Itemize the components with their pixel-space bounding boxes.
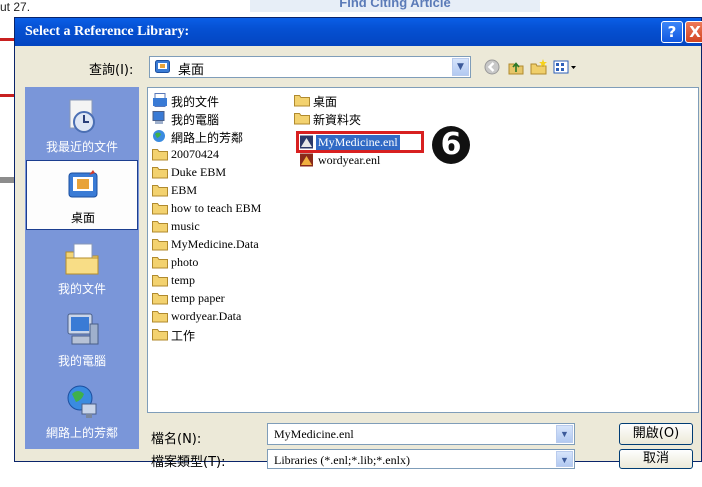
look-in-dropdown[interactable]: 桌面 ▼	[149, 56, 471, 78]
filename-value: MyMedicine.enl	[274, 427, 354, 441]
recent-docs-icon	[69, 99, 95, 133]
place-my-computer[interactable]: 我的電腦	[26, 304, 138, 374]
place-label: 我的電腦	[57, 354, 106, 368]
red-annotation-line	[0, 94, 14, 97]
red-annotation-line	[0, 38, 14, 41]
endnote-library-icon	[300, 153, 313, 167]
folder-icon	[152, 149, 168, 161]
filetype-label: 檔案類型(T):	[151, 455, 226, 470]
documents-icon	[153, 93, 167, 107]
desktop-icon	[155, 60, 170, 73]
folder-icon	[152, 311, 168, 323]
new-folder-icon[interactable]	[530, 58, 548, 76]
place-label: 我的文件	[57, 282, 106, 296]
help-button[interactable]: ?	[661, 21, 683, 43]
place-label: 網路上的芳鄰	[45, 426, 118, 440]
folder-icon	[152, 329, 168, 341]
chevron-down-icon[interactable]: ▼	[556, 451, 573, 467]
my-computer-icon	[67, 313, 99, 345]
cancel-button[interactable]: 取消	[619, 449, 693, 469]
folder-icon	[152, 293, 168, 305]
filetype-dropdown[interactable]: Libraries (*.enl;*.lib;*.enlx) ▼	[267, 449, 575, 469]
folder-icon	[152, 257, 168, 269]
folder-icon	[152, 221, 168, 233]
filename-field[interactable]: MyMedicine.enl ▼	[267, 423, 575, 445]
step-number-badge: 6	[432, 126, 470, 164]
folder-icon	[294, 113, 310, 125]
place-network[interactable]: 網路上的芳鄰	[26, 376, 138, 446]
folder-icon	[152, 203, 168, 215]
places-bar: 我最近的文件 桌面 我的文件 我的電腦 網路上的芳鄰	[25, 87, 139, 449]
background-title-fragment: Find Citing Article	[250, 0, 540, 12]
chevron-down-icon[interactable]: ▼	[556, 425, 573, 443]
place-label: 我最近的文件	[45, 140, 118, 154]
folder-icon	[152, 239, 168, 251]
back-icon[interactable]	[483, 58, 501, 76]
title-bar[interactable]: Select a Reference Library: ? X	[15, 18, 702, 46]
place-recent-documents[interactable]: 我最近的文件	[26, 90, 138, 160]
callout-highlight-box	[296, 131, 424, 153]
close-button[interactable]: X	[685, 21, 702, 43]
look-in-label: 查詢(I):	[89, 63, 134, 78]
file-list[interactable]: 我的文件 我的電腦 網路上的芳鄰 20070424 Duke EBM EBM h…	[147, 87, 699, 413]
open-button[interactable]: 開啟(O)	[619, 423, 693, 445]
up-folder-icon[interactable]	[507, 58, 525, 76]
background-text: ut 27.	[0, 0, 31, 14]
chevron-down-icon[interactable]: ▼	[452, 58, 469, 76]
filename-label: 檔名(N):	[151, 432, 202, 447]
folder-icon	[294, 95, 310, 107]
place-my-documents[interactable]: 我的文件	[26, 232, 138, 302]
network-icon	[153, 130, 165, 142]
desktop-icon	[68, 170, 98, 198]
look-in-value: 桌面	[178, 63, 205, 78]
filetype-value: Libraries (*.enl;*.lib;*.enlx)	[274, 453, 410, 467]
place-label: 桌面	[70, 211, 95, 225]
network-icon	[67, 385, 97, 418]
select-library-dialog: Select a Reference Library: ? X 查詢(I): 桌…	[14, 17, 702, 470]
my-documents-icon	[65, 243, 99, 275]
folder-icon	[152, 167, 168, 179]
computer-icon	[152, 111, 165, 124]
folder-icon	[152, 185, 168, 197]
folder-icon	[152, 275, 168, 287]
background-divider	[0, 177, 14, 183]
view-menu-icon[interactable]	[553, 58, 577, 76]
place-desktop[interactable]: 桌面	[26, 160, 138, 230]
dialog-title: Select a Reference Library:	[25, 24, 190, 39]
